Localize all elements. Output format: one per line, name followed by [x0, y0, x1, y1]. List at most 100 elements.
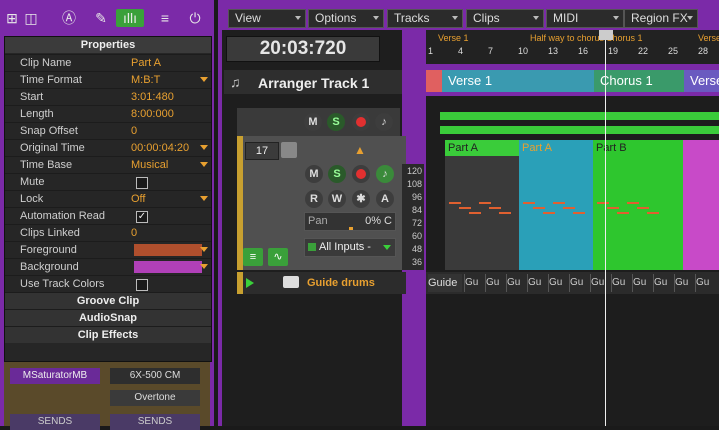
arranger-track-name[interactable]: Arranger Track 1 [258, 75, 369, 91]
playhead[interactable] [605, 30, 606, 426]
ruler-marker[interactable]: Verse [698, 33, 719, 43]
property-row[interactable]: Clip Name Part A [5, 54, 211, 72]
guide-clip[interactable]: Gu [569, 274, 592, 292]
track-icon-image[interactable] [281, 142, 297, 158]
menu-midi[interactable]: MIDI [546, 9, 624, 28]
midi-clip[interactable]: Part A [445, 140, 519, 270]
lanes-icon[interactable]: ≡ [243, 248, 263, 266]
property-row[interactable]: Time Format M:B:T [5, 71, 211, 89]
arranger-section[interactable]: Verse 1 [442, 70, 594, 92]
chevron-down-icon[interactable] [200, 196, 208, 201]
automation-icon[interactable]: ∿ [268, 248, 288, 266]
power-icon[interactable]: ⏻ [186, 9, 204, 27]
input-select[interactable]: All Inputs - [304, 238, 396, 257]
menu-options[interactable]: Options [308, 9, 384, 28]
pan-slider[interactable]: Pan 0% C [304, 212, 396, 231]
arranger-section[interactable]: Verse [684, 70, 719, 92]
property-row[interactable]: Foreground [5, 241, 211, 259]
menu-tracks[interactable]: Tracks [387, 9, 463, 28]
clip-icon[interactable]: Ⓐ [60, 9, 78, 27]
property-value[interactable]: Off [131, 193, 145, 205]
chevron-down-icon[interactable] [200, 77, 208, 82]
list-icon[interactable]: ≡ [156, 9, 174, 27]
guide-clip[interactable]: Gu [653, 274, 676, 292]
write-button[interactable]: W [328, 190, 346, 208]
guide-clip[interactable]: Gu [548, 274, 571, 292]
property-checkbox[interactable] [136, 177, 148, 189]
clip-header[interactable]: Part B [593, 140, 683, 156]
property-checkbox[interactable] [136, 279, 148, 291]
guide-clip[interactable]: Gu [464, 274, 487, 292]
property-value[interactable]: 0 [131, 125, 137, 137]
property-row[interactable]: Mute [5, 173, 211, 191]
property-value[interactable]: M:B:T [131, 74, 160, 86]
solo-button[interactable]: S [328, 165, 346, 183]
fx-slot-6x500[interactable]: 6X-500 CM [110, 368, 200, 384]
guide-track-name[interactable]: Guide drums [307, 277, 375, 289]
mute-button-top[interactable]: M [304, 113, 322, 131]
midi-clip[interactable]: Part A [519, 140, 593, 270]
fx-slot-msaturator[interactable]: MSaturatorMB [10, 368, 100, 384]
section-header[interactable]: AudioSnap [5, 309, 211, 326]
guide-clip[interactable]: Gu [695, 274, 718, 292]
property-row[interactable]: Time Base Musical [5, 156, 211, 174]
property-value[interactable]: Part A [131, 57, 161, 69]
top-track-clip-lower[interactable] [440, 126, 719, 134]
auto-button[interactable]: A [376, 190, 394, 208]
midi-clip[interactable]: Part B [593, 140, 683, 270]
brush-icon[interactable]: ✎ [92, 9, 110, 27]
folder-icon[interactable] [283, 276, 299, 288]
property-row[interactable]: Snap Offset 0 [5, 122, 211, 140]
chevron-down-icon[interactable] [200, 162, 208, 167]
menu-clips[interactable]: Clips [466, 9, 544, 28]
property-value[interactable]: 8:00:000 [131, 108, 174, 120]
chevron-down-icon[interactable] [200, 145, 208, 150]
playhead-handle[interactable] [599, 30, 613, 40]
property-row[interactable]: Clips Linked 0 [5, 224, 211, 242]
property-value[interactable]: 00:00:04:20 [131, 142, 189, 154]
guide-clip[interactable]: Gu [611, 274, 634, 292]
guide-clip[interactable]: Gu [590, 274, 613, 292]
color-swatch[interactable] [134, 261, 202, 273]
property-row[interactable]: Lock Off [5, 190, 211, 208]
property-checkbox[interactable]: ✓ [136, 211, 148, 223]
mute-button[interactable]: M [305, 165, 323, 183]
archive-icon[interactable]: ▲ [354, 143, 366, 157]
property-value[interactable]: 0 [131, 227, 137, 239]
property-value[interactable]: Musical [131, 159, 168, 171]
guide-clip[interactable]: Guide [428, 274, 462, 292]
chevron-down-icon[interactable] [200, 247, 208, 252]
chevron-down-icon[interactable] [200, 264, 208, 269]
property-row[interactable]: Start 3:01:480 [5, 88, 211, 106]
section-header[interactable]: Clip Effects [5, 326, 211, 343]
color-swatch[interactable] [134, 244, 202, 256]
property-row[interactable]: Automation Read ✓ [5, 207, 211, 225]
view-options-icon[interactable]: ⊞ [3, 9, 21, 27]
section-header[interactable]: Groove Clip [5, 292, 211, 309]
asterisk-icon[interactable]: ✱ [352, 190, 370, 208]
guide-clip[interactable]: Gu [674, 274, 697, 292]
track-icon[interactable]: ◫ [22, 9, 40, 27]
property-row[interactable]: Use Track Colors [5, 275, 211, 293]
input-echo-icon[interactable]: ♪ [376, 165, 394, 183]
property-row[interactable]: Background [5, 258, 211, 276]
fx-slot-overtone[interactable]: Overtone [110, 390, 200, 406]
guide-clip[interactable]: Gu [527, 274, 550, 292]
menu-view[interactable]: View [228, 9, 306, 28]
input-echo-icon-top[interactable]: ♪ [375, 113, 393, 131]
read-button[interactable]: R [305, 190, 323, 208]
clip-header[interactable]: Part A [445, 140, 519, 156]
record-button[interactable] [352, 165, 370, 183]
top-track-clip[interactable] [440, 112, 719, 120]
ruler-marker[interactable]: Verse 1 [438, 33, 469, 43]
property-row[interactable]: Length 8:00:000 [5, 105, 211, 123]
timeline-ruler[interactable]: 1 4 7 10 13 16 19 22 25 28 Verse 1 Half way to chor… [426, 30, 719, 64]
ruler-marker[interactable]: Half way to chorus [530, 33, 604, 43]
arranger-section[interactable]: Chorus 1 [594, 70, 684, 92]
property-row[interactable]: Original Time 00:00:04:20 [5, 139, 211, 157]
play-icon[interactable] [246, 278, 254, 288]
guide-clip[interactable]: Gu [506, 274, 529, 292]
guide-clip[interactable]: Gu [632, 274, 655, 292]
clip-header[interactable]: Part A [519, 140, 593, 156]
record-button-top[interactable] [352, 113, 370, 131]
